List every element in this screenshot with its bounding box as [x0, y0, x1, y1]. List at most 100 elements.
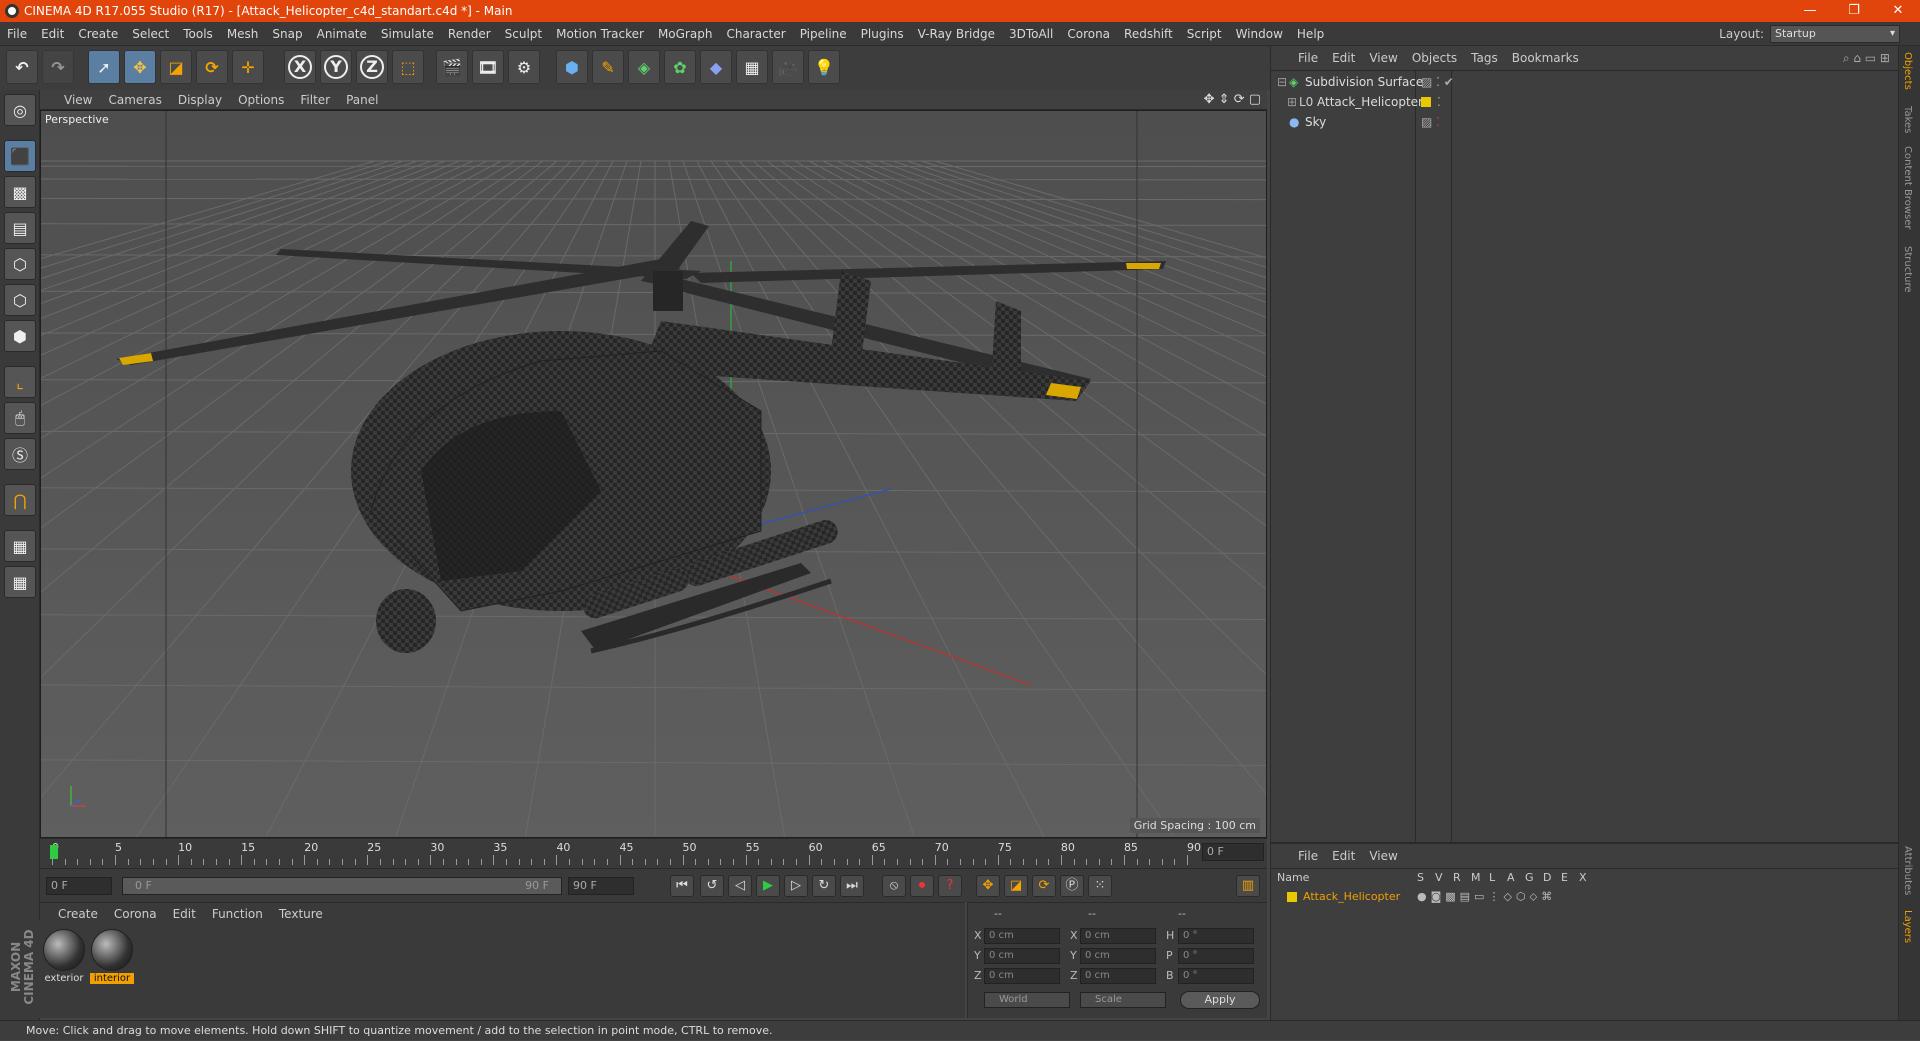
- viewport-menu-display[interactable]: Display: [170, 90, 230, 110]
- points-mode-icon[interactable]: ⬡: [4, 248, 36, 280]
- scale-tool-icon[interactable]: ◪: [160, 50, 192, 84]
- menu-render[interactable]: Render: [441, 22, 498, 46]
- tab-structure[interactable]: Structure: [1902, 246, 1913, 293]
- objects-menu-objects[interactable]: Objects: [1405, 46, 1464, 70]
- planar-workplane-icon[interactable]: ▦: [4, 566, 36, 598]
- close-button[interactable]: ✕: [1876, 0, 1920, 22]
- timeline-ruler[interactable]: 051015202530354045505560657075808590 0 F: [40, 838, 1267, 868]
- restore-button[interactable]: ❐: [1832, 0, 1876, 22]
- objects-menu-view[interactable]: View: [1362, 46, 1404, 70]
- objects-menu-edit[interactable]: Edit: [1325, 46, 1362, 70]
- tab-takes[interactable]: Takes: [1902, 106, 1913, 133]
- edges-mode-icon[interactable]: ⬡: [4, 284, 36, 316]
- menu-window[interactable]: Window: [1229, 22, 1290, 46]
- previous-key-icon[interactable]: ↺: [700, 875, 724, 897]
- current-frame-field[interactable]: 0 F: [1202, 843, 1264, 861]
- render-tag-icon[interactable]: ▨ ⁚: [1421, 112, 1440, 132]
- y-axis-lock-button[interactable]: Y: [320, 50, 352, 84]
- menu-3dtoall[interactable]: 3DToAll: [1002, 22, 1060, 46]
- position-z-field[interactable]: 0 cm: [984, 968, 1060, 984]
- pen-spline-icon[interactable]: ✎: [592, 50, 624, 84]
- menu-create[interactable]: Create: [71, 22, 125, 46]
- viewport-menu-panel[interactable]: Panel: [338, 90, 386, 110]
- keyframe-selection-icon[interactable]: ?: [938, 875, 962, 897]
- viewport-menu-options[interactable]: Options: [230, 90, 292, 110]
- camera-object-icon[interactable]: 🎥: [772, 50, 804, 84]
- menu-snap[interactable]: Snap: [265, 22, 309, 46]
- position-y-field[interactable]: 0 cm: [984, 948, 1060, 964]
- tab-attributes[interactable]: Attributes: [1902, 846, 1913, 895]
- lock-workplane-icon[interactable]: ▦: [4, 530, 36, 562]
- object-row-subdivision-surface[interactable]: ⊟ ◈ Subdivision Surface ▨ ⁚ ✔: [1271, 72, 1899, 92]
- playhead-marker[interactable]: [50, 845, 58, 859]
- object-manager-search-icon[interactable]: ⌕ ⌂ ▭ ⊞: [1843, 46, 1890, 70]
- menu-animate[interactable]: Animate: [310, 22, 374, 46]
- menu-plugins[interactable]: Plugins: [854, 22, 911, 46]
- record-keys-icon[interactable]: ⦸: [882, 875, 906, 897]
- menu-edit[interactable]: Edit: [34, 22, 71, 46]
- layers-menu-edit[interactable]: Edit: [1325, 844, 1362, 868]
- visibility-dots-icon[interactable]: ⁚: [1437, 92, 1441, 112]
- objects-menu-bookmarks[interactable]: Bookmarks: [1505, 46, 1586, 70]
- z-axis-lock-button[interactable]: Z: [356, 50, 388, 84]
- object-row-attack-helicopter[interactable]: ⊞ L0 Attack_Helicopter ⁚: [1271, 92, 1899, 112]
- end-frame-field[interactable]: 90 F: [568, 877, 634, 895]
- material-menu-corona[interactable]: Corona: [106, 903, 165, 925]
- tab-content-browser[interactable]: Content Browser: [1902, 146, 1913, 229]
- floor-object-icon[interactable]: ▦: [736, 50, 768, 84]
- position-x-field[interactable]: 0 cm: [984, 928, 1060, 944]
- go-to-start-icon[interactable]: ⏮: [670, 875, 694, 897]
- rotation-p-field[interactable]: 0 °: [1178, 948, 1254, 964]
- render-settings-icon[interactable]: ⚙: [508, 50, 540, 84]
- frame-range-slider[interactable]: 0 F 90 F: [122, 877, 562, 895]
- layer-color-swatch[interactable]: [1287, 892, 1297, 902]
- recent-tool-icon[interactable]: ✛: [232, 50, 264, 84]
- tweak-mode-icon[interactable]: 🖱: [4, 402, 36, 434]
- key-scale-icon[interactable]: ◪: [1004, 875, 1028, 897]
- light-object-icon[interactable]: 💡: [808, 50, 840, 84]
- texture-mode-icon[interactable]: ▩: [4, 176, 36, 208]
- menu-vray-bridge[interactable]: V-Ray Bridge: [911, 22, 1002, 46]
- viewport-navigation-icon[interactable]: ✥ ⇕ ⟳ ▢: [1204, 90, 1261, 110]
- previous-frame-icon[interactable]: ◁: [728, 875, 752, 897]
- material-menu-edit[interactable]: Edit: [165, 903, 204, 925]
- polygons-mode-icon[interactable]: ⬢: [4, 320, 36, 352]
- tab-layers[interactable]: Layers: [1902, 910, 1913, 943]
- menu-motion-tracker[interactable]: Motion Tracker: [549, 22, 651, 46]
- size-z-field[interactable]: 0 cm: [1080, 968, 1156, 984]
- autokeying-icon[interactable]: ⏺: [910, 875, 934, 897]
- start-frame-field[interactable]: 0 F: [46, 877, 112, 895]
- coordinate-space-dropdown[interactable]: World: [984, 992, 1070, 1008]
- rotation-b-field[interactable]: 0 °: [1178, 968, 1254, 984]
- layer-color-swatch[interactable]: [1421, 97, 1431, 107]
- render-tag-icon[interactable]: ▨ ⁚ ✔: [1421, 72, 1454, 92]
- menu-file[interactable]: File: [0, 22, 34, 46]
- subdivision-surface-icon[interactable]: ◈: [628, 50, 660, 84]
- material-exterior[interactable]: exterior: [42, 929, 86, 985]
- menu-pipeline[interactable]: Pipeline: [793, 22, 854, 46]
- menu-redshift[interactable]: Redshift: [1117, 22, 1180, 46]
- rotate-tool-icon[interactable]: ⟳: [196, 50, 228, 84]
- menu-help[interactable]: Help: [1290, 22, 1331, 46]
- x-axis-lock-button[interactable]: X: [284, 50, 316, 84]
- size-mode-dropdown[interactable]: Scale: [1080, 992, 1166, 1008]
- cube-primitive-icon[interactable]: ⬢: [556, 50, 588, 84]
- layout-dropdown[interactable]: Startup: [1770, 25, 1900, 43]
- key-position-icon[interactable]: ✥: [976, 875, 1000, 897]
- make-editable-icon[interactable]: ◎: [4, 94, 36, 126]
- play-icon[interactable]: ▶: [756, 875, 780, 897]
- menu-script[interactable]: Script: [1180, 22, 1229, 46]
- object-row-sky[interactable]: ● Sky ▨ ⁚: [1271, 112, 1899, 132]
- material-menu-create[interactable]: Create: [50, 903, 106, 925]
- undo-icon[interactable]: ↶: [6, 50, 38, 84]
- menu-sculpt[interactable]: Sculpt: [498, 22, 549, 46]
- deformer-icon[interactable]: ◆: [700, 50, 732, 84]
- viewport-menu-view[interactable]: View: [56, 90, 100, 110]
- menu-mesh[interactable]: Mesh: [220, 22, 266, 46]
- layers-menu-file[interactable]: File: [1291, 844, 1325, 868]
- viewport-menu-cameras[interactable]: Cameras: [100, 90, 169, 110]
- snap-icon[interactable]: ⋂: [4, 484, 36, 516]
- timeline-window-icon[interactable]: ▥: [1236, 875, 1260, 897]
- menu-mograph[interactable]: MoGraph: [651, 22, 720, 46]
- go-to-end-icon[interactable]: ⏭: [840, 875, 864, 897]
